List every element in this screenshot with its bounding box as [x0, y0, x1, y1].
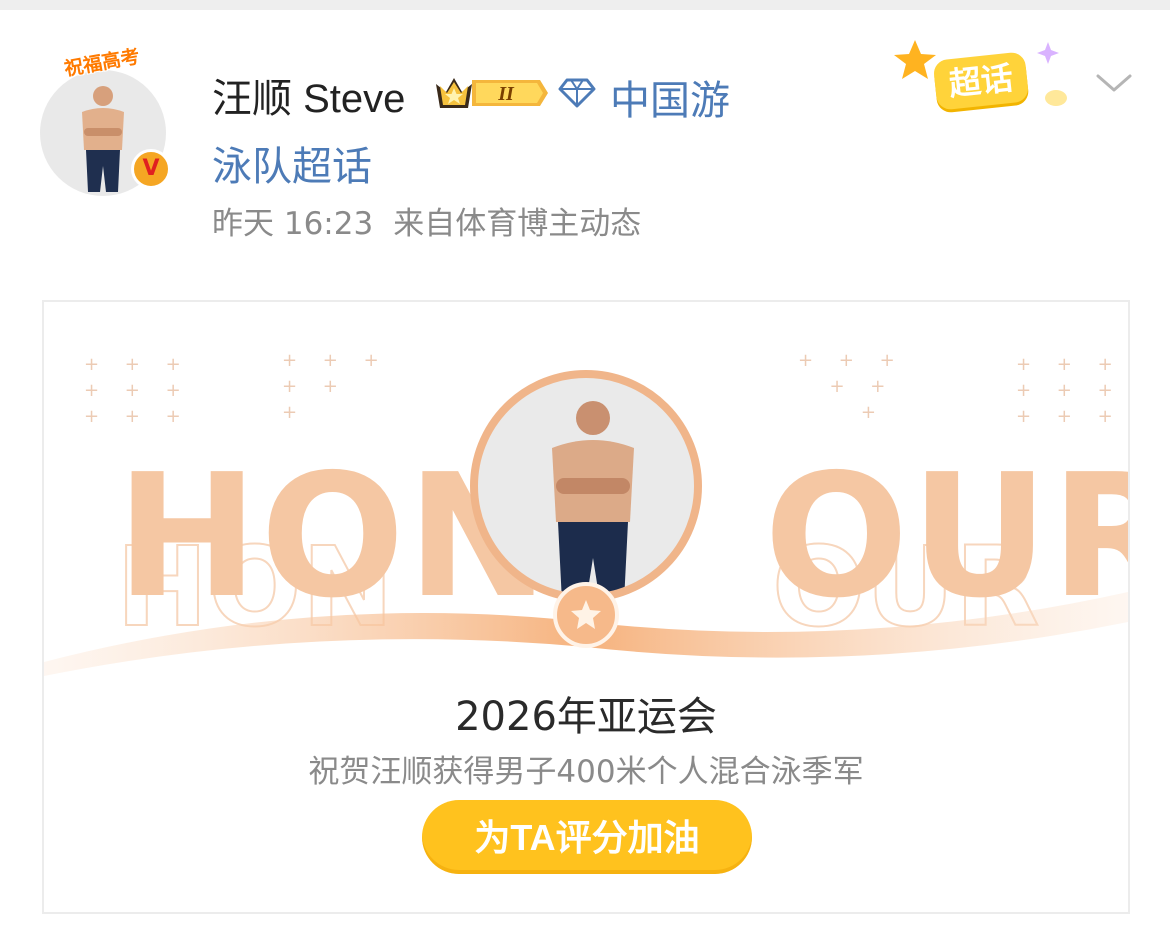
post-source: 来自体育博主动态 — [393, 206, 642, 242]
topic-link[interactable]: 中国游 — [610, 68, 730, 126]
athlete-photo — [470, 370, 702, 602]
crown-badge-icon[interactable]: II — [432, 72, 548, 114]
sparkle-decor: + + + + + + — [798, 350, 905, 423]
top-divider — [0, 0, 1170, 10]
sparkle-decor: + + + + + + + + + — [84, 354, 191, 427]
chaohua-badge[interactable]: 超话 — [893, 40, 1073, 120]
verified-icon: V — [131, 149, 171, 189]
topic-link-continued[interactable]: 泳队超话 — [212, 134, 372, 192]
chaohua-label: 超话 — [932, 51, 1030, 111]
username[interactable]: 汪顺 Steve — [212, 66, 405, 124]
event-title: 2026年亚运会 — [455, 694, 717, 740]
swimmer-figure-icon — [82, 86, 124, 192]
swimmer-figure-icon — [552, 401, 634, 594]
sparkle-decor: + + + + + + + + + — [1016, 354, 1123, 427]
star-icon — [571, 600, 601, 629]
level-badge-text: II — [497, 83, 515, 105]
sparkle-decor: + + + + + + — [282, 350, 389, 423]
post-meta: 昨天 16:23 来自体育博主动态 — [212, 198, 641, 243]
user-avatar[interactable]: 祝福高考 V — [40, 46, 171, 196]
post-time: 昨天 16:23 — [212, 206, 374, 242]
medal-icon — [553, 582, 619, 648]
diamond-icon — [558, 78, 596, 108]
honour-card[interactable]: + + + + + + + + + + + + + + + + + + + + + + … — [42, 300, 1130, 914]
event-subtitle: 祝贺汪顺获得男子400米个人混合泳季军 — [308, 754, 864, 790]
rate-cheer-button[interactable]: 为TA评分加油 — [422, 800, 752, 874]
chevron-down-icon[interactable] — [1094, 70, 1134, 96]
